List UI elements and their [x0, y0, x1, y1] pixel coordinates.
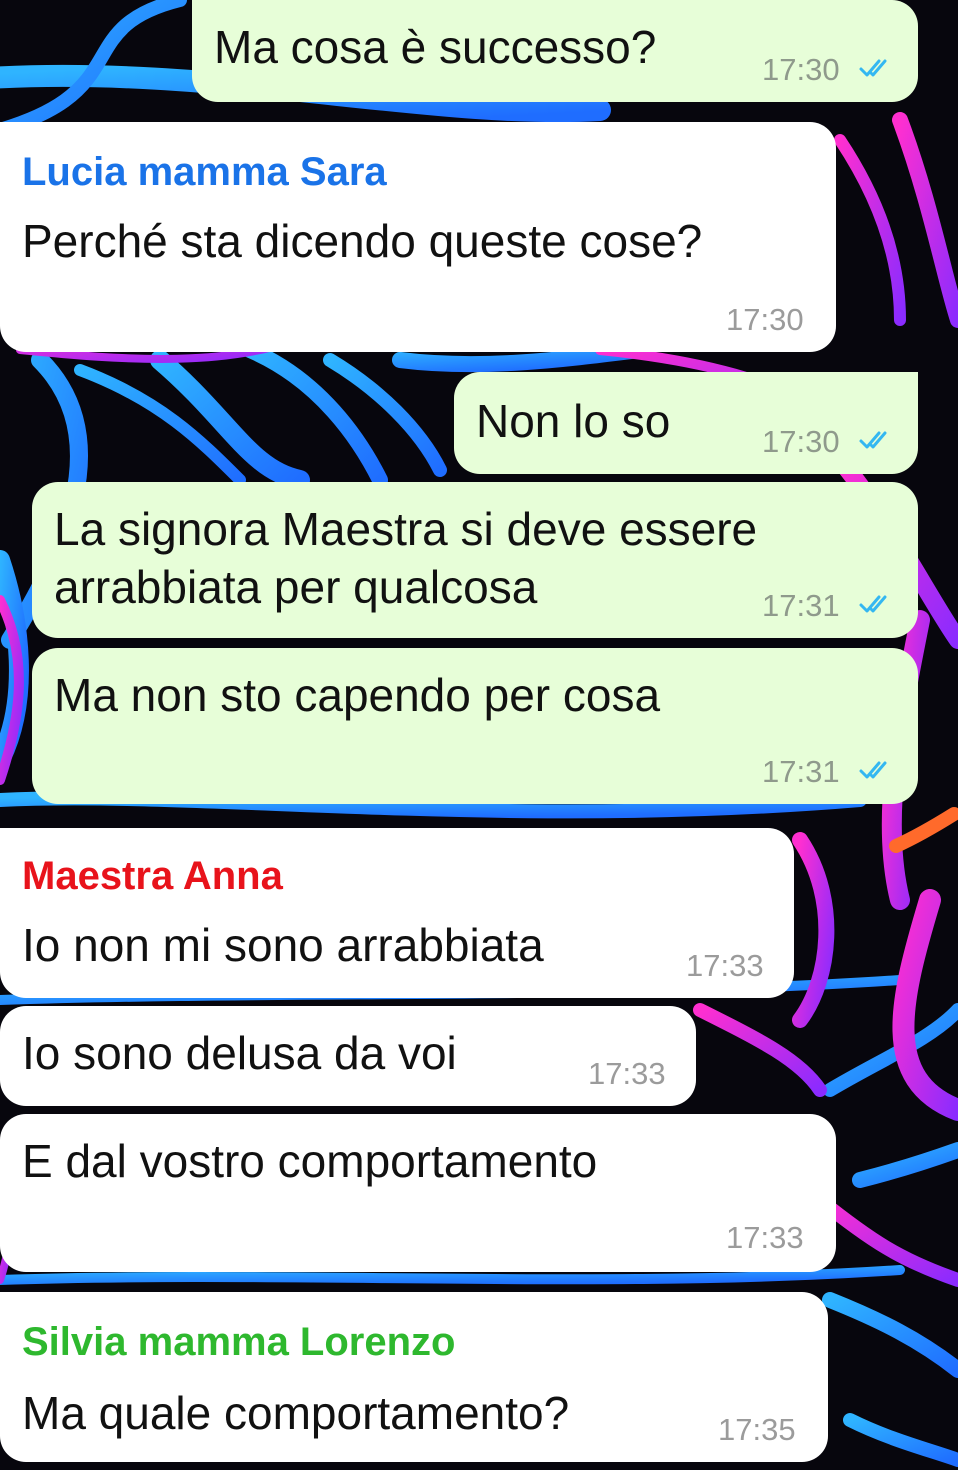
double-check-read-icon — [859, 59, 887, 77]
orange-pen-mark — [889, 807, 958, 853]
message-time: 17:30 — [762, 424, 840, 459]
message-bubble-incoming[interactable]: Silvia mamma Lorenzo Ma quale comportame… — [0, 1292, 828, 1462]
message-text: E dal vostro comportamento — [22, 1135, 598, 1187]
message-text: Ma quale comportamento? — [22, 1387, 570, 1439]
double-check-read-icon — [859, 595, 887, 613]
sender-name[interactable]: Lucia mamma Sara — [22, 150, 387, 195]
message-text-line: La signora Maestra si deve essere — [54, 503, 758, 555]
message-bubble-outgoing[interactable]: Ma non sto capendo per cosa 17:31 — [32, 648, 918, 804]
message-time: 17:33 — [726, 1220, 804, 1255]
message-bubble-outgoing[interactable]: Non lo so 17:30 — [454, 372, 918, 474]
message-bubble-incoming[interactable]: Lucia mamma Sara Perché sta dicendo ques… — [0, 122, 836, 352]
message-text-line: arrabbiata per qualcosa — [54, 561, 538, 613]
message-time: 17:30 — [726, 302, 804, 337]
message-text: Io sono delusa da voi — [22, 1027, 457, 1079]
message-time: 17:35 — [718, 1412, 796, 1447]
message-time: 17:31 — [762, 754, 840, 789]
message-text: Io non mi sono arrabbiata — [22, 919, 544, 971]
message-bubble-incoming[interactable]: Maestra Anna Io non mi sono arrabbiata 1… — [0, 828, 794, 998]
message-text: Perché sta dicendo queste cose? — [22, 215, 703, 267]
sender-name[interactable]: Maestra Anna — [22, 854, 283, 899]
message-time: 17:30 — [762, 52, 840, 87]
sender-name[interactable]: Silvia mamma Lorenzo — [22, 1320, 455, 1365]
message-text: Ma cosa è successo? — [214, 21, 657, 73]
message-bubble-incoming[interactable]: Io sono delusa da voi 17:33 — [0, 1006, 696, 1106]
message-bubble-outgoing[interactable]: La signora Maestra si deve essere arrabb… — [32, 482, 918, 638]
message-text: Ma non sto capendo per cosa — [54, 669, 661, 721]
message-text: Non lo so — [476, 395, 671, 447]
message-time: 17:31 — [762, 588, 840, 623]
message-time: 17:33 — [588, 1056, 666, 1091]
double-check-read-icon — [859, 431, 887, 449]
message-bubble-outgoing[interactable]: Ma cosa è successo? 17:30 — [192, 0, 918, 102]
message-bubble-incoming[interactable]: E dal vostro comportamento 17:33 — [0, 1114, 836, 1272]
double-check-read-icon — [859, 761, 887, 779]
message-time: 17:33 — [686, 948, 764, 983]
